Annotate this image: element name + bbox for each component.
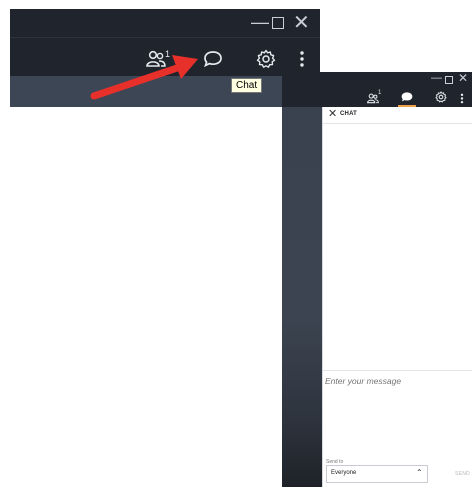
maximize-button[interactable] bbox=[445, 76, 453, 84]
chat-window: — ✕ 1 ✕ CHAT Enter your message Send to … bbox=[282, 71, 472, 487]
participants-count: 1 bbox=[378, 90, 382, 96]
gear-icon[interactable] bbox=[256, 49, 276, 74]
video-area bbox=[282, 107, 322, 487]
send-to-select[interactable]: Everyone ⌃ bbox=[326, 465, 428, 483]
title-bar: — ✕ bbox=[282, 71, 472, 87]
message-compose-area bbox=[323, 370, 472, 451]
chat-panel: ✕ CHAT Send to Everyone ⌃ SEND bbox=[322, 107, 472, 487]
red-arrow-annotation bbox=[90, 55, 198, 100]
close-button[interactable]: ✕ bbox=[458, 71, 468, 85]
title-bar: — ✕ bbox=[10, 9, 320, 37]
more-vertical-icon[interactable] bbox=[299, 50, 305, 73]
send-to-value: Everyone bbox=[331, 470, 357, 476]
minimize-button[interactable]: — bbox=[251, 12, 269, 33]
chat-header: ✕ CHAT bbox=[323, 107, 472, 124]
maximize-button[interactable] bbox=[272, 17, 284, 29]
minimize-button[interactable]: — bbox=[431, 72, 442, 84]
message-input[interactable] bbox=[325, 376, 465, 386]
chat-title: CHAT bbox=[340, 111, 358, 117]
close-button[interactable]: ✕ bbox=[293, 10, 310, 35]
chat-tooltip: Chat bbox=[231, 78, 263, 93]
close-chat-icon[interactable]: ✕ bbox=[328, 107, 337, 120]
toolbar: 1 bbox=[282, 87, 472, 107]
gear-icon[interactable] bbox=[435, 90, 447, 108]
send-button[interactable]: SEND bbox=[455, 471, 470, 477]
select-updown-icon: ⌃ bbox=[416, 468, 423, 477]
